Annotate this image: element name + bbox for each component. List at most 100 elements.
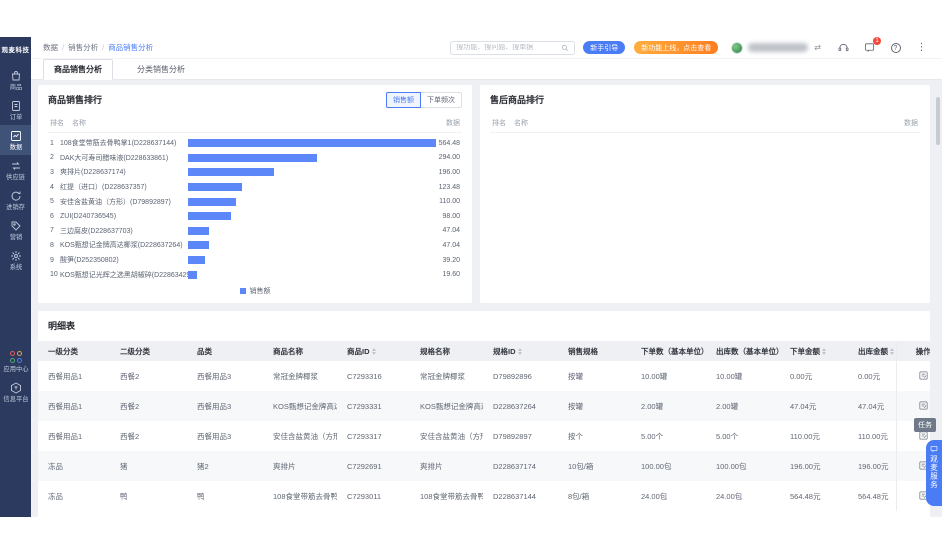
sales-rank-header: 排名 名称 数据 xyxy=(48,118,462,133)
breadcrumb-separator: / xyxy=(62,43,65,52)
help-icon[interactable]: ? xyxy=(889,41,902,54)
table-row: 冻品 鸭 鸭 108食堂带筋去骨鸭掌 C7293011 108食堂带筋去骨鸭掌1 D2286… xyxy=(38,481,930,511)
table-cell: 按罐 xyxy=(558,391,631,421)
bar xyxy=(188,256,205,265)
sidebar-item-system[interactable]: 系统 xyxy=(0,245,31,275)
table-cell: 0.00元 xyxy=(858,371,881,381)
table-cell: 常冠金牌椰浆 xyxy=(273,371,318,381)
table-cell: 爽排片 xyxy=(263,451,337,481)
table-cell: 鸭 xyxy=(197,491,205,501)
product-label: KOS甄想记光辉之选黑胡椒碎(D228634296) xyxy=(60,271,188,279)
product-label: 108食堂带筋去骨鸭掌1(D228637144) xyxy=(60,140,177,148)
bar-value: 39.20 xyxy=(442,256,460,264)
global-search[interactable] xyxy=(450,40,576,55)
column-header[interactable]: 规格ID xyxy=(483,341,558,361)
breadcrumb: 数据 / 销售分析 / 商品销售分析 xyxy=(43,42,153,53)
sort-caret-icon[interactable] xyxy=(890,347,894,355)
toggle-sales-amount[interactable]: 销售额 xyxy=(386,92,421,108)
table-cell: 110.00元 xyxy=(858,431,888,441)
breadcrumb-item[interactable]: 数据 xyxy=(43,42,58,53)
data-chart-icon xyxy=(10,129,22,141)
more-icon[interactable]: ⋮ xyxy=(915,41,928,54)
column-header[interactable]: 出库数（基本单位） xyxy=(706,341,780,361)
sidebar-item-data[interactable]: 数据 xyxy=(0,125,31,155)
after-sale-title: 售后商品排行 xyxy=(490,95,545,105)
supply-chain-icon xyxy=(10,159,22,171)
bar-track xyxy=(188,183,438,192)
user-name-redacted[interactable] xyxy=(748,43,809,52)
column-header[interactable]: 出库金额 xyxy=(848,341,896,361)
column-label: 下单数（基本单位） xyxy=(641,346,706,356)
table-cell: 西餐2 xyxy=(110,391,187,421)
app-window: 观麦科技 商品 订单 数据 供应链 进销存 营销 系统 应用中心 信息平台 数据 / 销售分析 / 商… xyxy=(0,37,942,517)
search-input[interactable] xyxy=(456,44,562,51)
details-body: 西餐用品1 西餐2 西餐用品3 常冠金牌椰浆 C7293316 常冠金牌椰浆 D798928… xyxy=(38,361,930,511)
rank-number: 2 xyxy=(50,154,54,162)
column-header[interactable]: 商品ID xyxy=(337,341,410,361)
bar-value: 47.04 xyxy=(442,227,460,235)
table-cell: 564.48元 xyxy=(790,491,821,501)
tab-inactive[interactable]: 分类销售分析 xyxy=(127,60,195,79)
chart-row: 6 ZUI(D240736545) 98.00 xyxy=(48,209,462,224)
table-cell: 110.00元 xyxy=(790,431,820,441)
table-cell: 西餐2 xyxy=(120,431,140,441)
sidebar-item-label: 供应链 xyxy=(6,173,25,181)
sidebar-item-info-platform[interactable]: 信息平台 xyxy=(0,377,31,407)
table-cell: 10.00罐 xyxy=(641,371,668,381)
promo-button[interactable]: 新功能上线，点击查看 xyxy=(634,41,719,54)
bar-track xyxy=(188,139,438,148)
table-cell: 100.00包 xyxy=(706,451,780,481)
rank-number: 4 xyxy=(50,183,54,191)
content-area: 商品销售排行 销售额 下单频次 排名 名称 数据 1 108食堂带筋去骨鸭掌1(D2… xyxy=(31,80,942,517)
breadcrumb-item[interactable]: 销售分析 xyxy=(68,42,98,53)
toggle-order-frequency[interactable]: 下单频次 xyxy=(421,92,462,108)
support-icon[interactable] xyxy=(837,41,850,54)
detail-icon[interactable] xyxy=(918,370,929,381)
sort-caret-icon[interactable] xyxy=(822,347,826,355)
sort-caret-icon[interactable] xyxy=(371,347,376,355)
task-tab[interactable]: 任务 xyxy=(914,418,936,432)
column-header[interactable]: 下单金额 xyxy=(780,341,848,361)
after-sale-panel: 售后商品排行 排名 名称 数据 xyxy=(480,85,930,303)
bar-value: 196.00 xyxy=(438,168,460,176)
message-icon[interactable]: 1 xyxy=(863,37,881,54)
sidebar-item-orders[interactable]: 订单 xyxy=(0,95,31,125)
bar-value: 98.00 xyxy=(442,212,460,220)
column-header[interactable]: 下单数（基本单位） xyxy=(631,341,706,361)
legend-label: 销售额 xyxy=(249,288,271,295)
sidebar-item-app-center[interactable]: 应用中心 xyxy=(0,347,31,377)
detail-icon[interactable] xyxy=(918,400,929,411)
product-label: 三边腐皮(D228637703) xyxy=(60,227,133,235)
tab-active[interactable]: 商品销售分析 xyxy=(43,59,113,80)
column-label: 商品名称 xyxy=(273,346,303,356)
operation-cell xyxy=(895,451,930,481)
switch-account-icon[interactable]: ⇄ xyxy=(814,43,821,52)
sidebar-item-label: 营销 xyxy=(9,233,22,241)
scrollbar-thumb[interactable] xyxy=(936,97,940,145)
bar-track xyxy=(188,197,438,206)
rank-col-label: 排名 xyxy=(492,120,506,127)
details-table: 一级分类 二级分类 品类 商品名称 商品ID 规格名称 规格ID 销售规格 下单数（基本单位） 出… xyxy=(38,341,930,511)
table-cell: 按罐 xyxy=(568,371,583,381)
sidebar-item-inventory[interactable]: 进销存 xyxy=(0,185,31,215)
table-cell: 5.00个 xyxy=(641,431,664,441)
sidebar-item-marketing[interactable]: 营销 xyxy=(0,215,31,245)
table-cell: 10包/箱 xyxy=(558,451,631,481)
sort-caret-icon[interactable] xyxy=(517,347,522,355)
chart-legend: 销售额 xyxy=(38,286,472,296)
table-cell: 西餐用品1 xyxy=(48,431,83,441)
guide-button[interactable]: 新手引导 xyxy=(583,41,626,54)
chat-icon xyxy=(930,446,938,453)
details-title: 明细表 xyxy=(48,321,76,331)
search-icon xyxy=(562,44,569,51)
table-cell: C7292691 xyxy=(337,451,410,481)
table-cell: 196.00元 xyxy=(780,451,848,481)
avatar[interactable] xyxy=(731,41,744,54)
operation-cell xyxy=(895,391,930,421)
sidebar-item-goods[interactable]: 商品 xyxy=(0,65,31,95)
bar-value: 19.60 xyxy=(442,271,460,279)
table-cell: C7293316 xyxy=(347,371,382,381)
service-button[interactable]: 观麦服务 xyxy=(926,440,942,506)
sidebar-item-supply-chain[interactable]: 供应链 xyxy=(0,155,31,185)
bar xyxy=(188,197,236,206)
